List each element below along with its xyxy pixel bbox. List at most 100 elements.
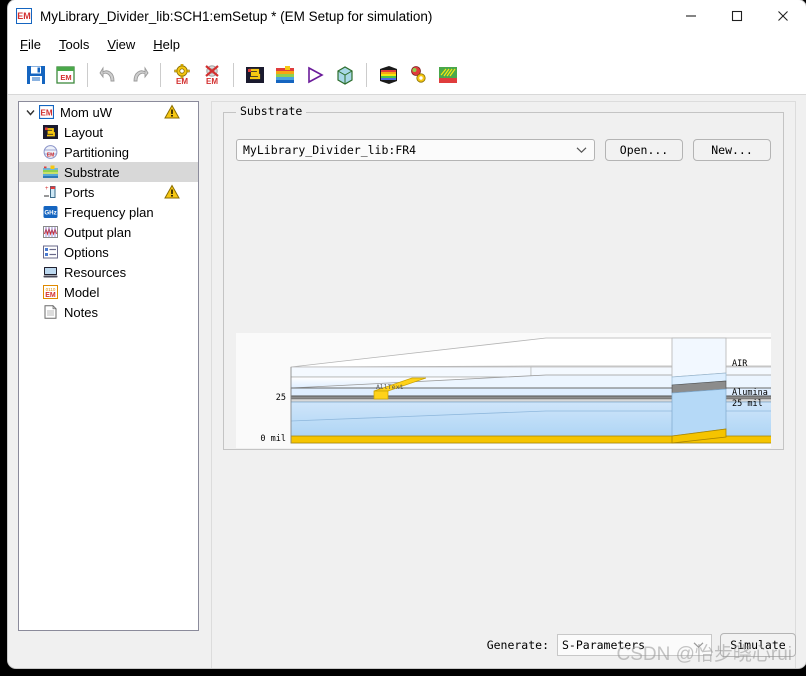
close-button[interactable] [760, 0, 806, 32]
substrate-groupbox: Substrate MyLibrary_Divider_lib:FR4 Open… [223, 104, 784, 450]
rainbow-cube-icon[interactable] [374, 61, 402, 89]
window-controls [668, 0, 806, 32]
sidebar-item-label: Options [64, 244, 109, 260]
new-button[interactable]: New... [693, 139, 771, 161]
sidebar-item-notes[interactable]: Notes [19, 302, 198, 322]
sidebar-item-ports[interactable]: + - Ports [19, 182, 198, 202]
model-em-icon: 0110 EM [41, 284, 59, 300]
substrate-icon[interactable] [271, 61, 299, 89]
notes-icon [41, 304, 59, 320]
dielectric-layer-label-1: Alumina (9.6) [732, 388, 771, 398]
air-layer-label: AIR [732, 359, 748, 369]
em-setup-window: EM MyLibrary_Divider_lib:SCH1:emSetup * … [8, 0, 806, 668]
window-body: EM Mom uW Layout EM Partitioning Substra… [8, 95, 806, 668]
visualization-icon[interactable] [434, 61, 462, 89]
save-em-icon[interactable]: EM [52, 61, 80, 89]
menu-view[interactable]: View [107, 37, 135, 52]
svg-text:+: + [45, 186, 49, 192]
ports-icon: + - [41, 184, 59, 200]
simulate-icon[interactable] [301, 61, 329, 89]
layout-icon[interactable] [241, 61, 269, 89]
generate-label: Generate: [486, 638, 549, 652]
window-title: MyLibrary_Divider_lib:SCH1:emSetup * (EM… [40, 8, 433, 24]
sidebar-item-model[interactable]: 0110 EM Model [19, 282, 198, 302]
substrate-select[interactable]: MyLibrary_Divider_lib:FR4 [236, 139, 595, 161]
maximize-button[interactable] [714, 0, 760, 32]
sidebar-item-label: Substrate [64, 164, 120, 180]
layout-icon [41, 124, 59, 140]
sidebar-item-resources[interactable]: Resources [19, 262, 198, 282]
app-icon: EM [16, 8, 32, 24]
sidebar-item-frequency-plan[interactable]: GHz Frequency plan [19, 202, 198, 222]
model-settings-icon[interactable] [404, 61, 432, 89]
svg-text:GHz: GHz [44, 210, 56, 217]
menu-bar: File Tools View Help [8, 32, 806, 56]
sidebar-item-label: Resources [64, 264, 127, 280]
sidebar-item-label: Output plan [64, 224, 132, 240]
sidebar-item-label: Model [64, 284, 100, 300]
menu-tools[interactable]: Tools [59, 37, 89, 52]
sidebar-item-mom-uw[interactable]: EM Mom uW [19, 102, 198, 122]
tick-top-label: 25 [276, 393, 286, 403]
toolbar-separator [233, 63, 234, 87]
simulate-button[interactable]: Simulate [720, 633, 796, 657]
sidebar-item-substrate[interactable]: Substrate [19, 162, 198, 182]
menu-help[interactable]: Help [153, 37, 180, 52]
sidebar-item-layout[interactable]: Layout [19, 122, 198, 142]
svg-text:EM: EM [45, 292, 56, 299]
sidebar-item-output-plan[interactable]: Output plan [19, 222, 198, 242]
generate-select[interactable]: S-Parameters [557, 634, 712, 656]
chevron-down-icon[interactable] [693, 635, 704, 655]
substrate-panel: Substrate MyLibrary_Divider_lib:FR4 Open… [211, 101, 796, 668]
sidebar-item-label: Layout [64, 124, 104, 140]
mesh-cube-icon[interactable] [331, 61, 359, 89]
sidebar-item-label: Frequency plan [64, 204, 154, 220]
chevron-down-icon[interactable] [23, 108, 37, 117]
save-icon[interactable] [22, 61, 50, 89]
svg-text:EM: EM [60, 73, 71, 82]
output-plan-icon [41, 224, 59, 240]
chevron-down-icon[interactable] [576, 140, 587, 160]
substrate-icon [41, 164, 59, 180]
menu-help-rest: elp [162, 36, 181, 52]
title-bar: EM MyLibrary_Divider_lib:SCH1:emSetup * … [8, 0, 806, 32]
sidebar-item-options[interactable]: Options [19, 242, 198, 262]
menu-tools-rest: ools [65, 36, 90, 52]
ghz-icon: GHz [41, 204, 59, 220]
svg-text:EM: EM [40, 109, 52, 118]
sidebar-item-label: Notes [64, 304, 98, 320]
toolbar: EM EM EM [8, 56, 806, 95]
redo-icon[interactable] [125, 61, 153, 89]
trace-label: AllText [376, 383, 403, 391]
em-root-icon: EM [37, 104, 55, 120]
menu-file-rest: ile [27, 36, 41, 52]
warning-icon [164, 184, 180, 200]
em-delete-icon[interactable]: EM [198, 61, 226, 89]
substrate-group-title: Substrate [236, 104, 307, 118]
sidebar-item-label: Ports [64, 184, 95, 200]
sidebar-item-label: Partitioning [64, 144, 130, 160]
sidebar-item-label: Mom uW [60, 104, 112, 120]
resources-icon [41, 264, 59, 280]
toolbar-separator [160, 63, 161, 87]
svg-text:EM: EM [176, 77, 188, 86]
setup-tree[interactable]: EM Mom uW Layout EM Partitioning Substra… [18, 101, 199, 631]
substrate-select-value: MyLibrary_Divider_lib:FR4 [243, 143, 417, 157]
generate-select-value: S-Parameters [562, 638, 646, 652]
sidebar-item-partitioning[interactable]: EM Partitioning [19, 142, 198, 162]
em-settings-icon[interactable]: EM [168, 61, 196, 89]
options-icon [41, 244, 59, 260]
toolbar-separator [87, 63, 88, 87]
menu-view-rest: iew [115, 36, 136, 52]
minimize-button[interactable] [668, 0, 714, 32]
open-button[interactable]: Open... [605, 139, 683, 161]
svg-text:EM: EM [46, 153, 54, 159]
partitioning-icon: EM [41, 144, 59, 160]
undo-icon[interactable] [95, 61, 123, 89]
menu-file[interactable]: File [20, 37, 41, 52]
svg-text:EM: EM [206, 77, 218, 86]
tick-bottom-label: 0 mil [260, 434, 286, 444]
substrate-3d-svg: AllText 25 0 mil AIR Alumina (9.6) 25 mi… [236, 333, 771, 448]
substrate-3d-view[interactable]: AllText 25 0 mil AIR Alumina (9.6) 25 mi… [236, 333, 771, 448]
substrate-selection-row: MyLibrary_Divider_lib:FR4 Open... New... [236, 139, 771, 161]
